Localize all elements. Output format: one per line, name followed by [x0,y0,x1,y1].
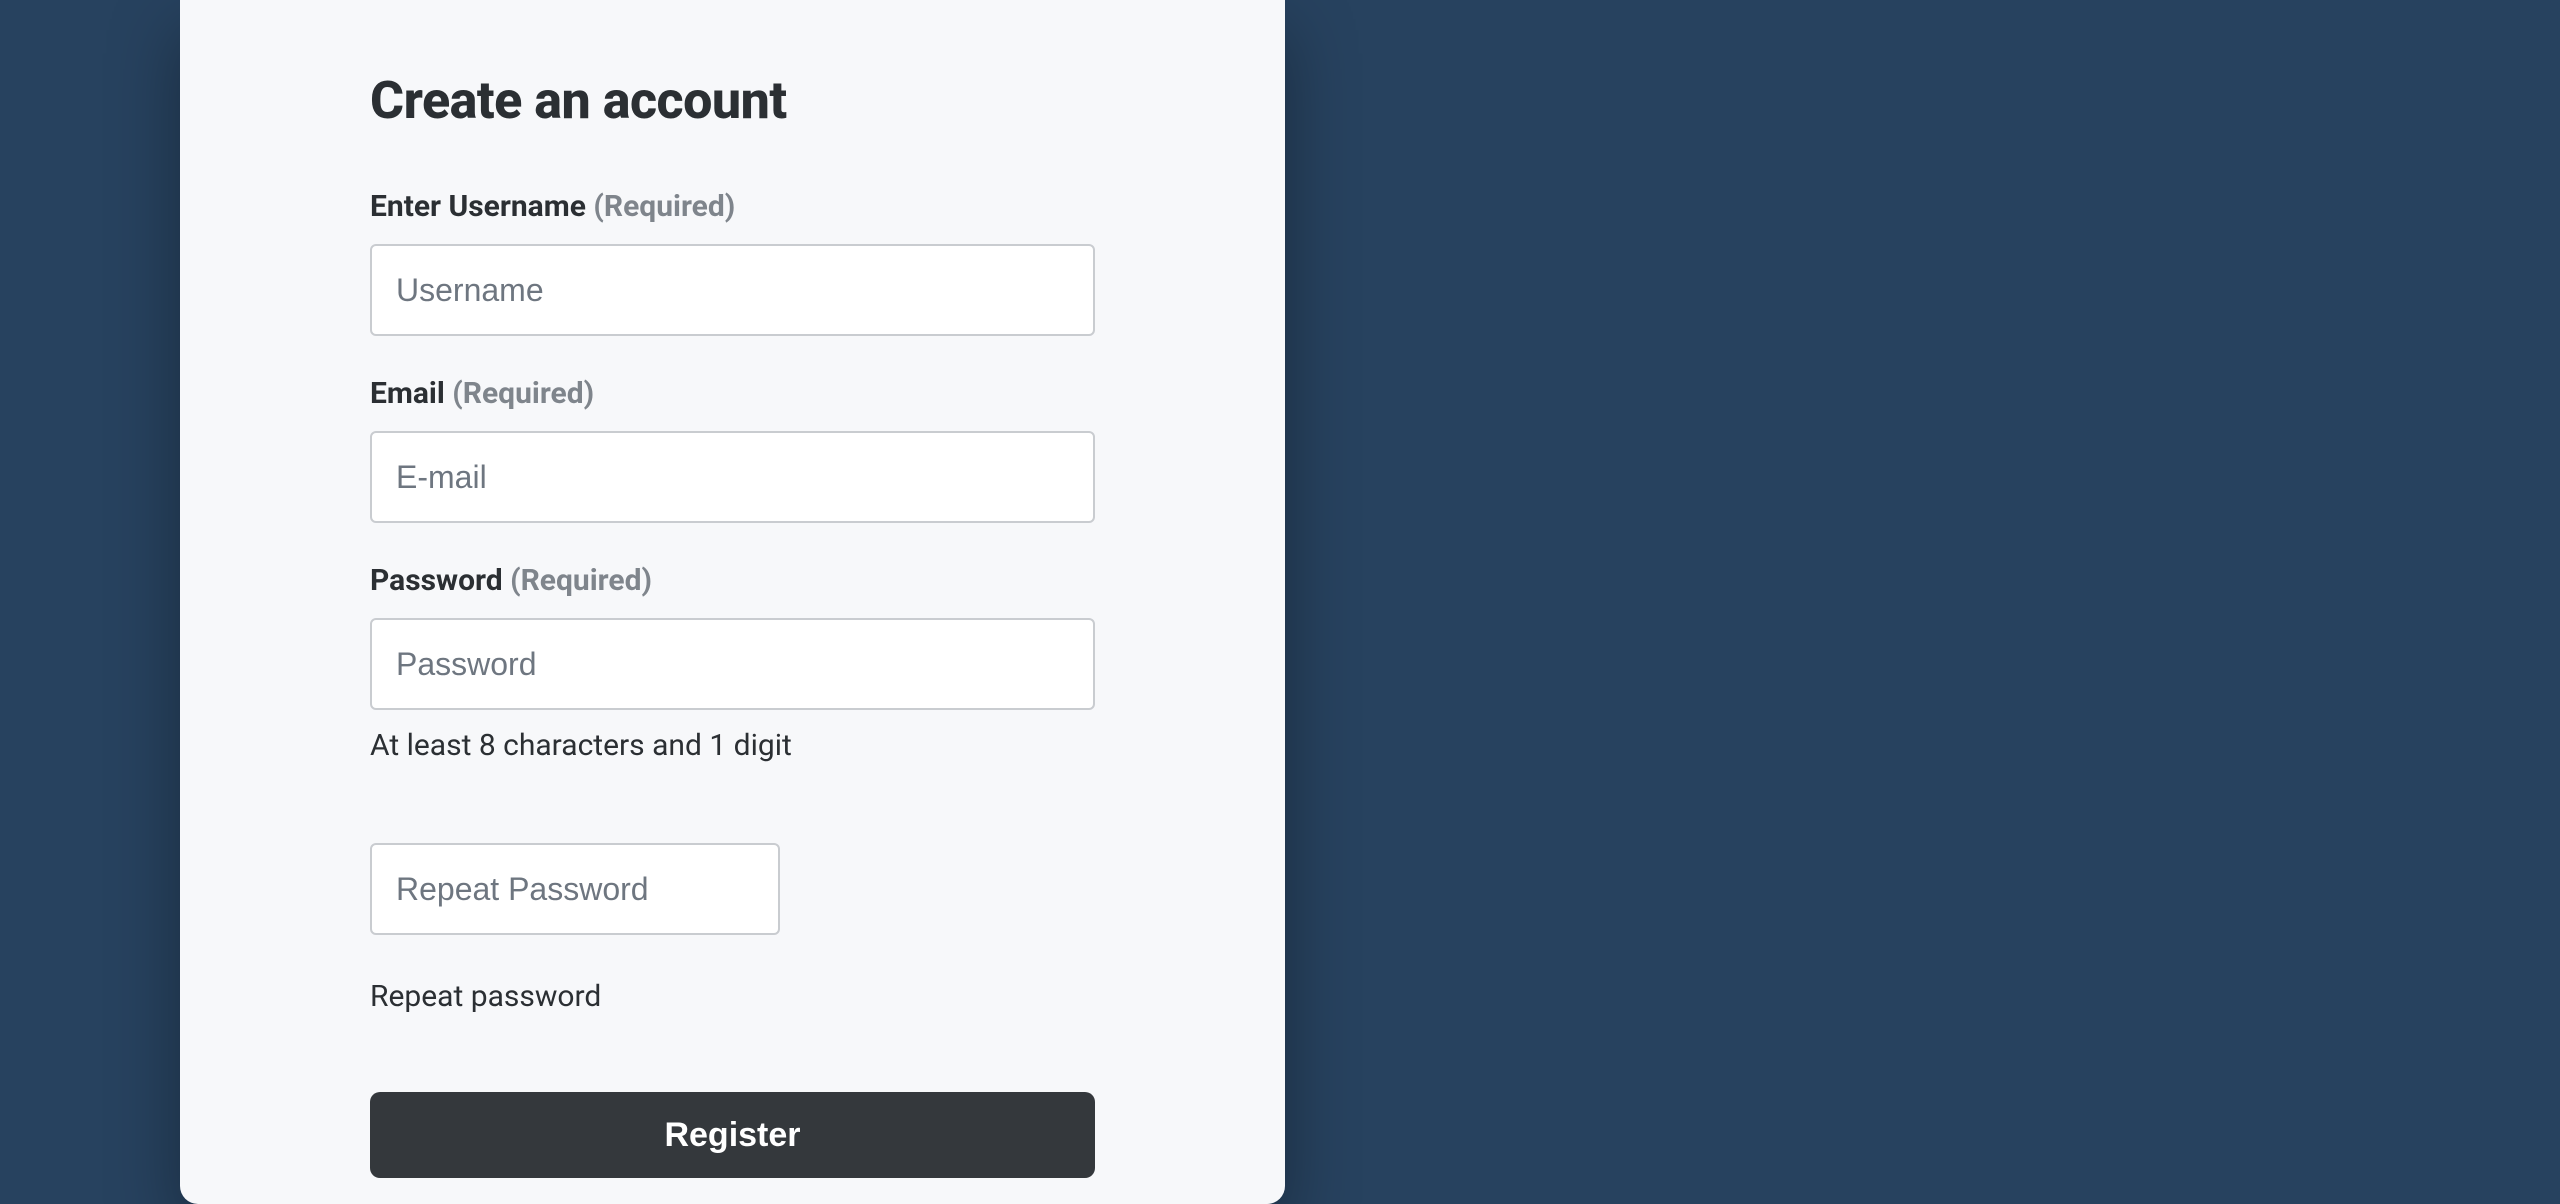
password-field: Password (Required) At least 8 character… [370,563,1095,763]
email-input[interactable] [370,431,1095,523]
username-label: Enter Username [370,189,586,224]
password-label-row: Password (Required) [370,563,1095,598]
password-required: (Required) [510,563,652,598]
username-label-row: Enter Username (Required) [370,189,1095,224]
page-title: Create an account [370,70,1095,131]
repeat-password-input[interactable] [370,843,780,935]
username-input[interactable] [370,244,1095,336]
email-required: (Required) [452,376,594,411]
username-required: (Required) [593,189,735,224]
spacer [370,803,1095,843]
repeat-password-hint: Repeat password [370,979,1095,1014]
email-label: Email [370,376,445,411]
register-button[interactable]: Register [370,1092,1095,1178]
app-canvas: Create an account Enter Username (Requir… [0,0,2560,1204]
email-field: Email (Required) [370,376,1095,523]
email-label-row: Email (Required) [370,376,1095,411]
repeat-password-field: Repeat password [370,843,1095,1014]
password-label: Password [370,563,503,598]
password-input[interactable] [370,618,1095,710]
registration-panel: Create an account Enter Username (Requir… [180,0,1285,1204]
username-field: Enter Username (Required) [370,189,1095,336]
password-hint: At least 8 characters and 1 digit [370,728,1095,763]
